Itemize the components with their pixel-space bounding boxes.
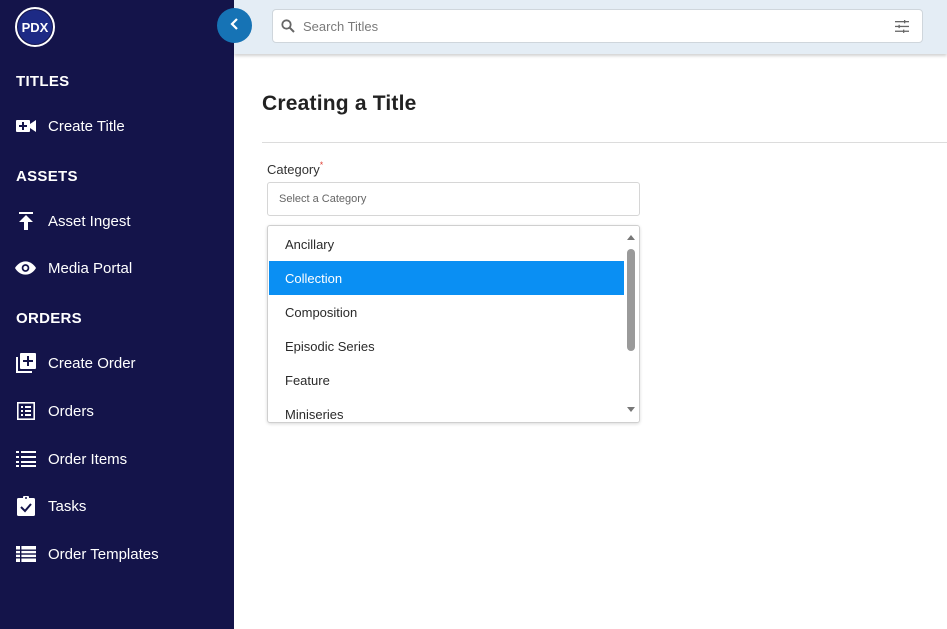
divider <box>262 142 947 143</box>
sidebar-item-label: Orders <box>48 402 94 420</box>
chevron-left-icon <box>229 17 240 35</box>
upload-icon <box>15 211 36 232</box>
sidebar-item-label: Order Templates <box>48 545 159 563</box>
required-marker: * <box>319 160 324 170</box>
sidebar-item-label: Media Portal <box>48 259 133 277</box>
sidebar-item-create-order[interactable]: Create Order <box>0 346 234 380</box>
section-heading-assets: ASSETS <box>16 168 78 185</box>
sidebar-item-tasks[interactable]: Tasks <box>0 489 234 523</box>
sidebar-item-label: Create Order <box>48 354 136 372</box>
scroll-down-arrow-icon[interactable] <box>627 407 635 412</box>
sidebar-item-label: Create Title <box>48 117 125 135</box>
category-select[interactable]: Select a Category <box>267 182 640 216</box>
category-placeholder: Select a Category <box>279 193 367 205</box>
sidebar-item-create-title[interactable]: Create Title <box>0 109 234 143</box>
video-add-icon <box>15 116 36 137</box>
top-bar <box>234 0 947 54</box>
filter-sliders-icon[interactable] <box>882 10 922 42</box>
category-label-text: Category <box>267 162 320 177</box>
category-option-feature[interactable]: Feature <box>269 363 624 397</box>
logo-text: PDX <box>21 19 49 35</box>
category-option-episodic-series[interactable]: Episodic Series <box>269 329 624 363</box>
sidebar: PDX TITLES Create Title ASSETS Asset Ing… <box>0 0 234 629</box>
dropdown-scrollbar[interactable] <box>624 226 639 422</box>
table-rows-icon <box>15 544 36 565</box>
sidebar-item-order-items[interactable]: Order Items <box>0 442 234 476</box>
scrollbar-thumb[interactable] <box>627 249 635 351</box>
category-option-composition[interactable]: Composition <box>269 295 624 329</box>
add-to-list-icon <box>15 353 36 374</box>
category-label: Category* <box>267 160 324 177</box>
section-heading-titles: TITLES <box>16 73 70 90</box>
section-heading-orders: ORDERS <box>16 310 82 327</box>
search-icon <box>273 10 303 42</box>
category-option-collection[interactable]: Collection <box>269 261 624 295</box>
clipboard-check-icon <box>15 496 36 517</box>
collapse-sidebar-button[interactable] <box>217 8 252 43</box>
search-input[interactable] <box>303 11 882 41</box>
sidebar-item-asset-ingest[interactable]: Asset Ingest <box>0 204 234 238</box>
category-dropdown-list[interactable]: Ancillary Collection Composition Episodi… <box>267 225 640 423</box>
search-bar <box>272 9 923 43</box>
category-option-ancillary[interactable]: Ancillary <box>269 227 624 261</box>
sidebar-item-label: Order Items <box>48 450 128 468</box>
list-alt-icon <box>15 401 36 422</box>
page-title: Creating a Title <box>262 92 417 115</box>
category-option-miniseries[interactable]: Miniseries <box>269 397 624 422</box>
sidebar-item-orders[interactable]: Orders <box>0 394 234 428</box>
sidebar-item-order-templates[interactable]: Order Templates <box>0 537 234 571</box>
sidebar-item-label: Asset Ingest <box>48 212 131 230</box>
pdx-logo[interactable]: PDX <box>15 7 55 47</box>
sidebar-item-label: Tasks <box>48 497 87 515</box>
scroll-up-arrow-icon[interactable] <box>627 235 635 240</box>
list-icon <box>15 449 36 470</box>
sidebar-item-media-portal[interactable]: Media Portal <box>0 251 234 285</box>
eye-icon <box>15 258 36 279</box>
